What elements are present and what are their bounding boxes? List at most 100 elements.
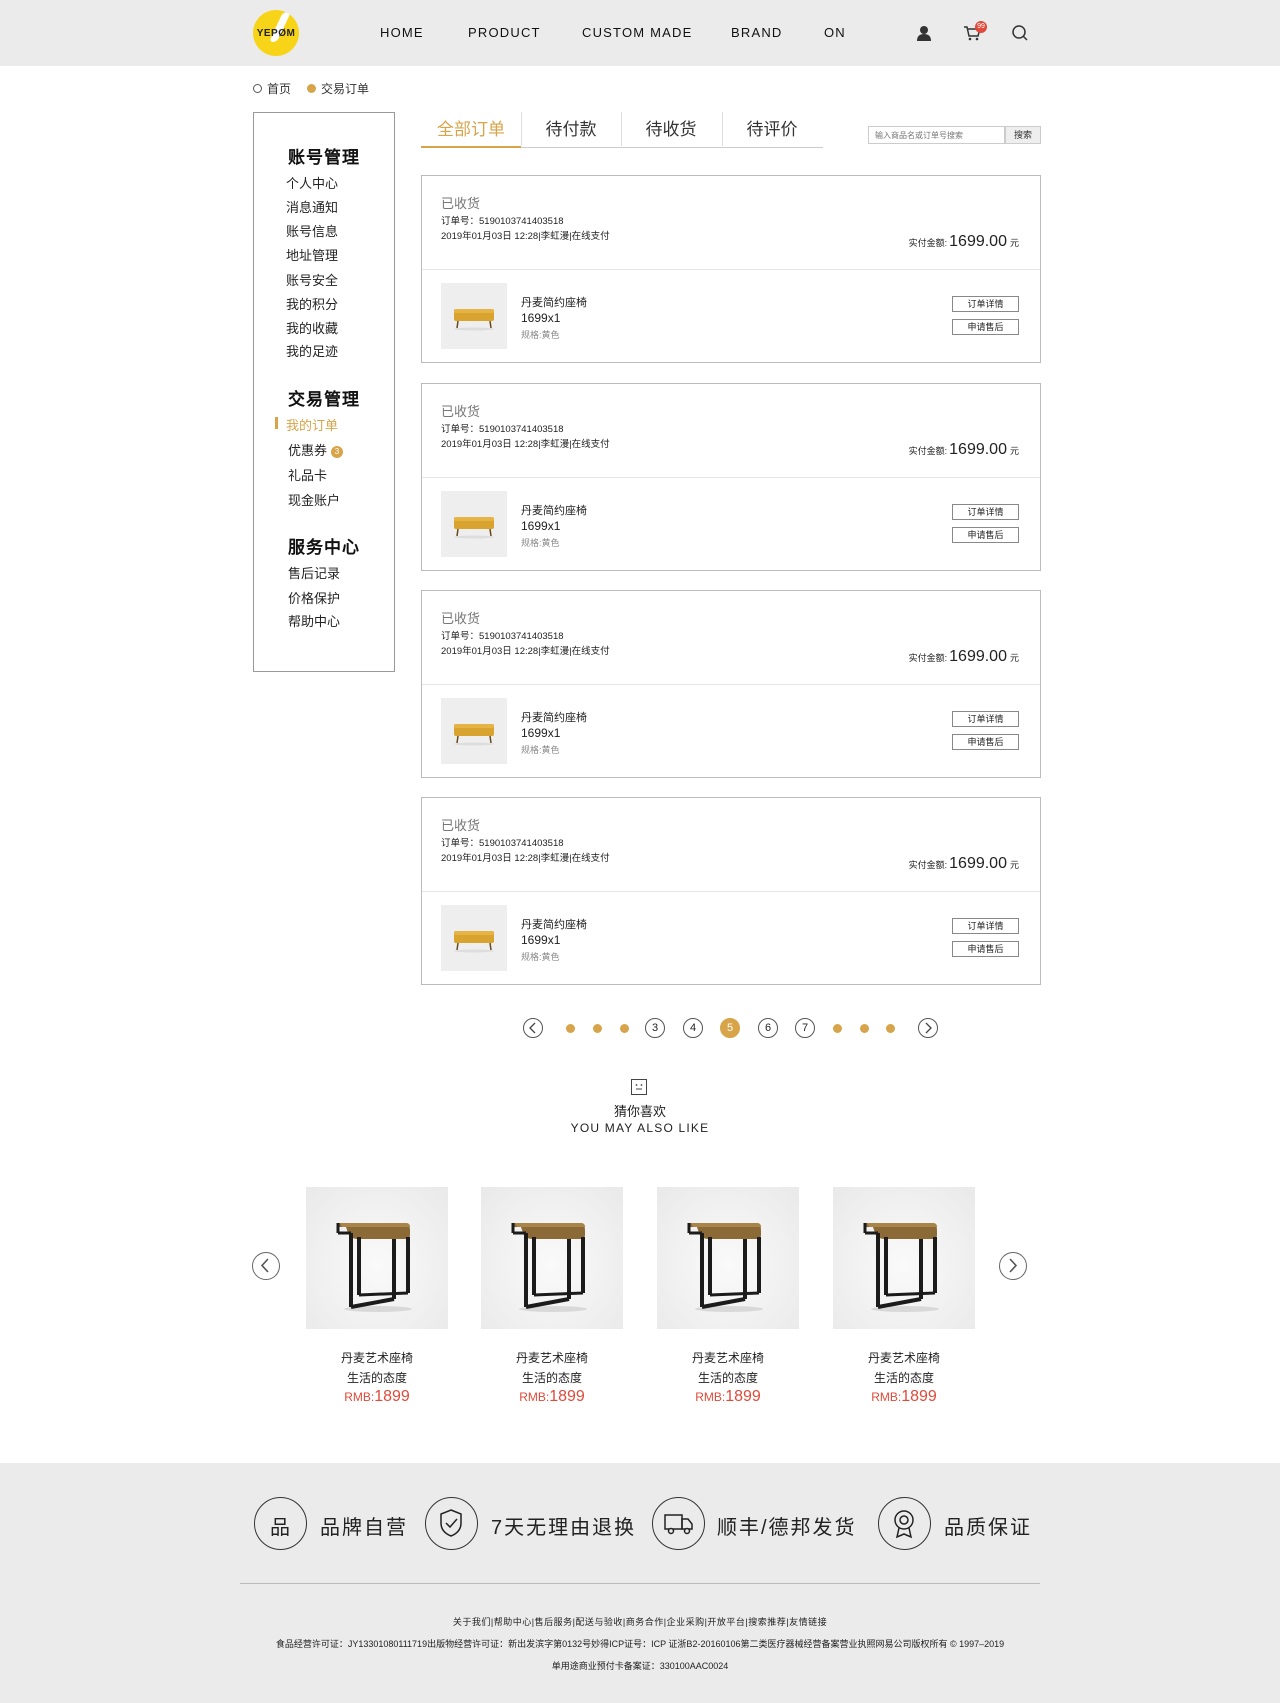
product-name[interactable]: 丹麦简约座椅 bbox=[521, 294, 587, 310]
order-detail-button[interactable]: 订单详情 bbox=[952, 918, 1019, 934]
page-7[interactable]: 7 bbox=[795, 1018, 815, 1038]
order-paid-amount: 实付金额: 1699.00 元 bbox=[908, 233, 1019, 250]
order-card: 已收货 订单号：5190103741403518 2019年01月03日 12:… bbox=[421, 383, 1041, 571]
order-paid-amount: 实付金额: 1699.00 元 bbox=[908, 648, 1019, 665]
product-thumbnail[interactable] bbox=[441, 283, 507, 349]
account-sidebar: 账号管理 个人中心 消息通知 账号信息 地址管理 账号安全 我的积分 我的收藏 … bbox=[253, 112, 395, 672]
order-date-info: 2019年01月03日 12:28|李虹漫|在线支付 bbox=[441, 231, 610, 242]
recommend-price: RMB:1899 bbox=[519, 1388, 585, 1405]
sidebar-item-favorites[interactable]: 我的收藏 bbox=[286, 318, 338, 337]
search-icon[interactable] bbox=[1010, 23, 1030, 43]
order-status: 已收货 bbox=[441, 818, 481, 833]
sidebar-item-account-info[interactable]: 账号信息 bbox=[286, 221, 338, 240]
sidebar-item-address[interactable]: 地址管理 bbox=[286, 245, 338, 264]
sidebar-item-coupons[interactable]: 优惠券 3 bbox=[288, 440, 344, 459]
recommend-name[interactable]: 丹麦艺术座椅 bbox=[657, 1349, 799, 1366]
tab-pending-review[interactable]: 待评价 bbox=[722, 112, 822, 148]
tab-all-orders[interactable]: 全部订单 bbox=[421, 112, 521, 148]
sidebar-item-cash-account[interactable]: 现金账户 bbox=[288, 490, 340, 509]
sidebar-heading-account: 账号管理 bbox=[288, 148, 360, 167]
carousel-prev-icon[interactable] bbox=[252, 1252, 280, 1280]
product-spec: 规格:黄色 bbox=[521, 952, 560, 962]
order-date-info: 2019年01月03日 12:28|李虹漫|在线支付 bbox=[441, 646, 610, 657]
order-date-info: 2019年01月03日 12:28|李虹漫|在线支付 bbox=[441, 853, 610, 864]
nav-custom-made[interactable]: CUSTOM MADE bbox=[582, 25, 692, 40]
recommend-card[interactable]: 丹麦艺术座椅 生活的态度 RMB:1899 bbox=[657, 1187, 799, 1406]
carousel-next-icon[interactable] bbox=[999, 1252, 1027, 1280]
order-detail-button[interactable]: 订单详情 bbox=[952, 296, 1019, 312]
product-name[interactable]: 丹麦简约座椅 bbox=[521, 709, 587, 725]
page-ellipsis-dot bbox=[833, 1024, 842, 1033]
product-quantity: 1699x1 bbox=[521, 726, 561, 740]
stool-image[interactable] bbox=[833, 1187, 975, 1329]
order-detail-button[interactable]: 订单详情 bbox=[952, 504, 1019, 520]
after-sale-button[interactable]: 申请售后 bbox=[952, 319, 1019, 335]
nav-product[interactable]: PRODUCT bbox=[468, 25, 541, 40]
sidebar-item-gift-card[interactable]: 礼品卡 bbox=[288, 465, 327, 484]
page-3[interactable]: 3 bbox=[645, 1018, 665, 1038]
order-card: 已收货 订单号：5190103741403518 2019年01月03日 12:… bbox=[421, 797, 1041, 985]
stool-image[interactable] bbox=[481, 1187, 623, 1329]
breadcrumb-orders[interactable]: 交易订单 bbox=[307, 80, 369, 97]
product-name[interactable]: 丹麦简约座椅 bbox=[521, 916, 587, 932]
sidebar-item-help[interactable]: 帮助中心 bbox=[288, 611, 340, 630]
footer-links[interactable]: 关于我们|帮助中心|售后服务|配送与验收|商务合作|企业采购|开放平台|搜索推荐… bbox=[0, 1615, 1280, 1628]
order-paid-amount: 实付金额: 1699.00 元 bbox=[908, 441, 1019, 458]
recommend-card[interactable]: 丹麦艺术座椅 生活的态度 RMB:1899 bbox=[481, 1187, 623, 1406]
stool-image[interactable] bbox=[306, 1187, 448, 1329]
nav-home[interactable]: HOME bbox=[380, 25, 424, 40]
order-number: 订单号：5190103741403518 bbox=[441, 631, 564, 642]
product-spec: 规格:黄色 bbox=[521, 330, 560, 340]
sidebar-item-notifications[interactable]: 消息通知 bbox=[286, 197, 338, 216]
sidebar-heading-service: 服务中心 bbox=[288, 538, 360, 557]
recommend-card[interactable]: 丹麦艺术座椅 生活的态度 RMB:1899 bbox=[306, 1187, 448, 1406]
search-button[interactable]: 搜索 bbox=[1005, 126, 1041, 144]
recommend-name[interactable]: 丹麦艺术座椅 bbox=[833, 1349, 975, 1366]
sidebar-item-price-protect[interactable]: 价格保护 bbox=[288, 588, 340, 607]
recommend-title: 猜你喜欢 bbox=[613, 1104, 666, 1119]
order-status: 已收货 bbox=[441, 404, 481, 419]
order-detail-button[interactable]: 订单详情 bbox=[952, 711, 1019, 727]
sidebar-item-security[interactable]: 账号安全 bbox=[286, 270, 338, 289]
brand-icon: 品 bbox=[254, 1497, 307, 1550]
stool-image[interactable] bbox=[657, 1187, 799, 1329]
product-name[interactable]: 丹麦简约座椅 bbox=[521, 502, 587, 518]
after-sale-button[interactable]: 申请售后 bbox=[952, 734, 1019, 750]
sidebar-item-personal-center[interactable]: 个人中心 bbox=[286, 173, 338, 192]
order-status: 已收货 bbox=[441, 611, 481, 626]
product-thumbnail[interactable] bbox=[441, 905, 507, 971]
tab-pending-payment[interactable]: 待付款 bbox=[521, 112, 621, 148]
cart-count-badge: 99 bbox=[975, 21, 987, 33]
recommend-name[interactable]: 丹麦艺术座椅 bbox=[481, 1349, 623, 1366]
recommend-name[interactable]: 丹麦艺术座椅 bbox=[306, 1349, 448, 1366]
after-sale-button[interactable]: 申请售后 bbox=[952, 527, 1019, 543]
prev-page-icon[interactable] bbox=[523, 1018, 543, 1038]
recommend-card[interactable]: 丹麦艺术座椅 生活的态度 RMB:1899 bbox=[833, 1187, 975, 1406]
truck-icon bbox=[652, 1497, 705, 1550]
user-icon[interactable] bbox=[914, 23, 934, 43]
product-quantity: 1699x1 bbox=[521, 519, 561, 533]
sidebar-item-history[interactable]: 我的足迹 bbox=[286, 341, 338, 360]
after-sale-button[interactable]: 申请售后 bbox=[952, 941, 1019, 957]
bench-image bbox=[454, 517, 494, 539]
page-4[interactable]: 4 bbox=[683, 1018, 703, 1038]
bench-image bbox=[454, 724, 494, 746]
bench-image bbox=[454, 931, 494, 953]
sidebar-item-my-orders[interactable]: 我的订单 bbox=[286, 415, 338, 434]
recommend-price: RMB:1899 bbox=[344, 1388, 410, 1405]
next-page-icon[interactable] bbox=[918, 1018, 938, 1038]
shield-check-icon bbox=[425, 1497, 478, 1550]
order-search-input[interactable] bbox=[868, 126, 1005, 144]
tab-pending-receipt[interactable]: 待收货 bbox=[621, 112, 721, 148]
page-5-current[interactable]: 5 bbox=[720, 1018, 740, 1038]
sidebar-item-aftersale[interactable]: 售后记录 bbox=[288, 563, 340, 582]
nav-on[interactable]: ON bbox=[824, 25, 846, 40]
recommend-price: RMB:1899 bbox=[871, 1388, 937, 1405]
logo[interactable]: YEPØM bbox=[253, 10, 299, 56]
product-thumbnail[interactable] bbox=[441, 491, 507, 557]
breadcrumb-home[interactable]: 首页 bbox=[253, 80, 291, 97]
page-6[interactable]: 6 bbox=[758, 1018, 778, 1038]
product-thumbnail[interactable] bbox=[441, 698, 507, 764]
nav-brand[interactable]: BRAND bbox=[731, 25, 783, 40]
sidebar-item-points[interactable]: 我的积分 bbox=[286, 294, 338, 313]
